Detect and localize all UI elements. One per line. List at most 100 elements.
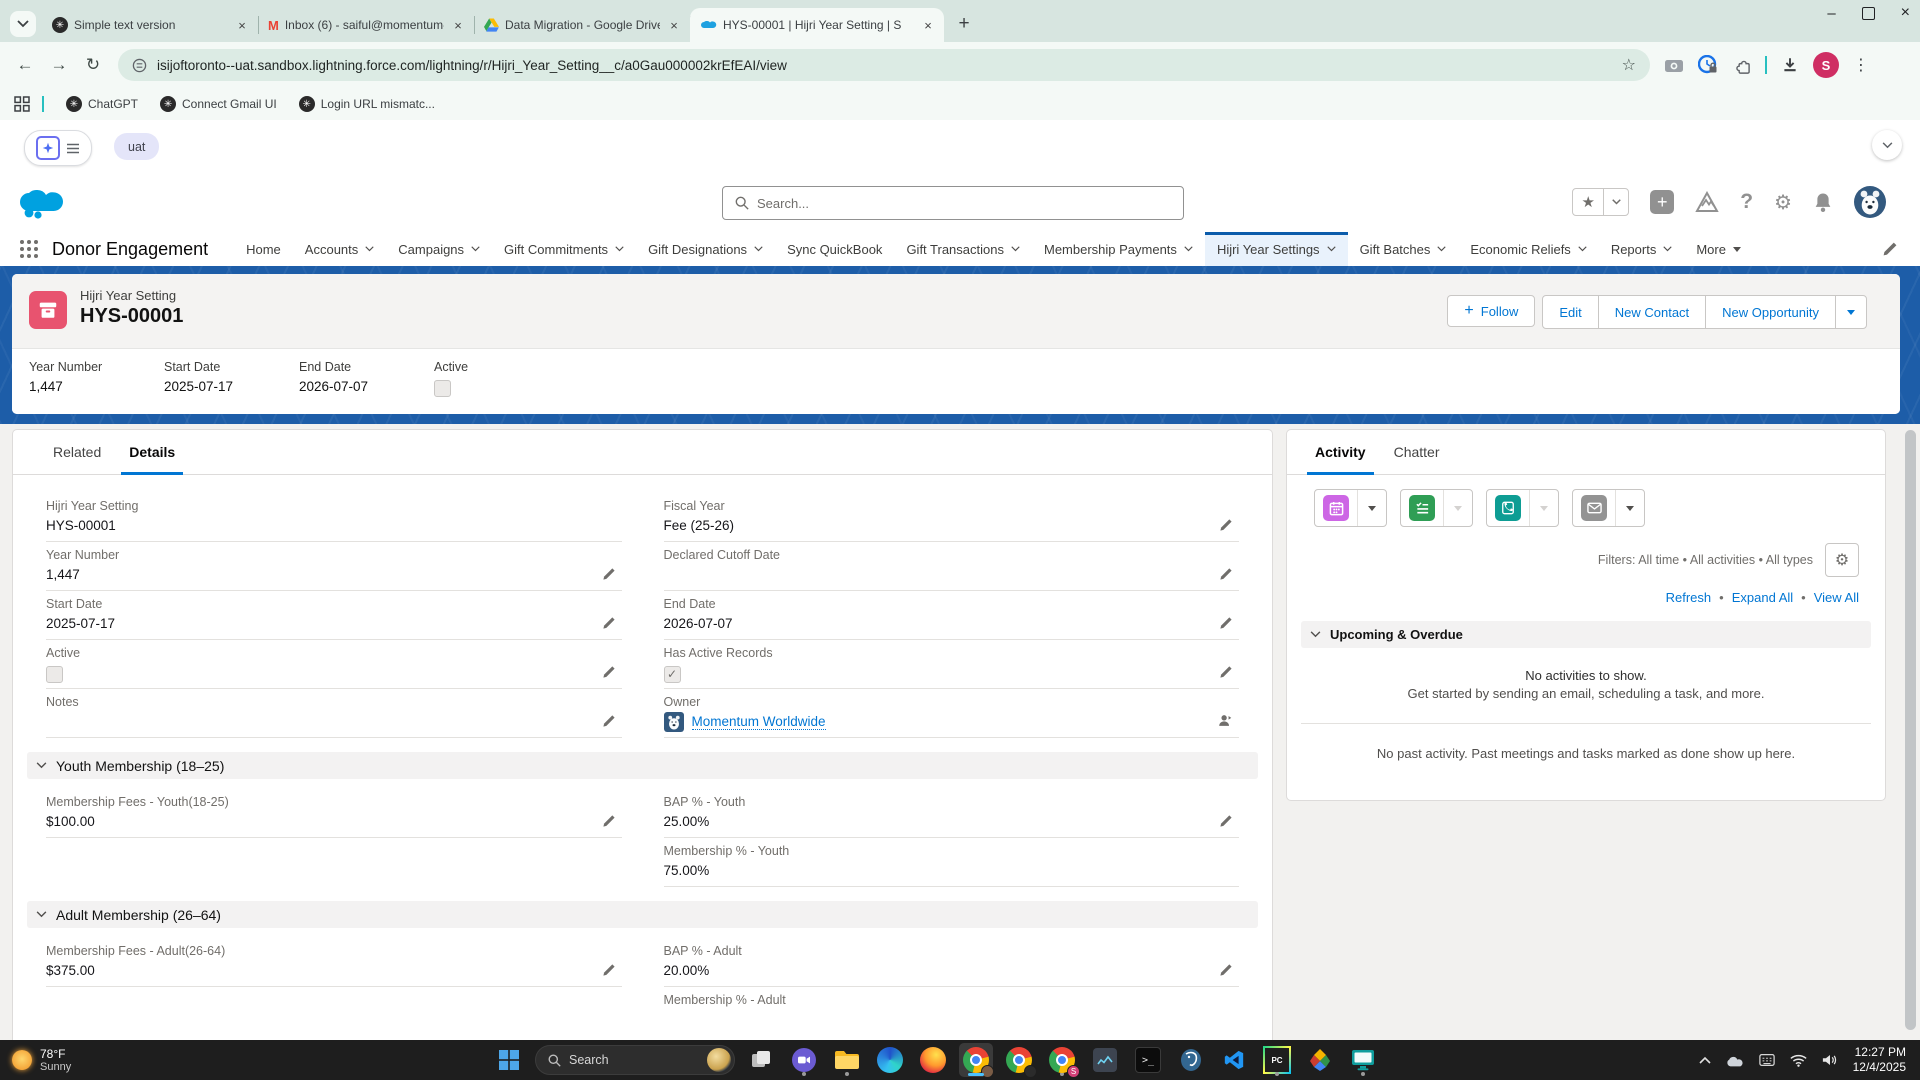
apps-grid-icon[interactable] xyxy=(14,96,30,112)
tray-expand-icon[interactable] xyxy=(1699,1056,1711,1064)
section-adult-membership[interactable]: Adult Membership (26–64) xyxy=(27,901,1258,928)
browser-tab-active[interactable]: HYS-00001 | Hijri Year Setting | S × xyxy=(690,8,944,42)
tab-economic-reliefs[interactable]: Economic Reliefs xyxy=(1458,232,1598,266)
edit-nav-pencil-icon[interactable] xyxy=(1882,241,1898,257)
bookmark-star-icon[interactable]: ☆ xyxy=(1622,55,1636,75)
edge-icon[interactable] xyxy=(873,1043,907,1077)
tab-hijri-year-settings[interactable]: Hijri Year Settings xyxy=(1205,232,1348,266)
trailhead-icon[interactable] xyxy=(1695,191,1719,213)
back-button[interactable]: ← xyxy=(8,55,42,75)
camera-extension-icon[interactable] xyxy=(1664,57,1684,73)
tab-close-icon[interactable]: × xyxy=(666,17,682,33)
close-button[interactable]: × xyxy=(1901,4,1910,22)
new-event-dropdown[interactable] xyxy=(1357,490,1386,526)
more-actions-dropdown[interactable] xyxy=(1836,296,1866,328)
favorites-dropdown[interactable] xyxy=(1604,189,1628,215)
tab-more[interactable]: More xyxy=(1684,232,1753,266)
tab-close-icon[interactable]: × xyxy=(450,17,466,33)
activity-filters-text[interactable]: Filters: All time • All activities • All… xyxy=(1598,553,1813,567)
edit-pencil-icon[interactable] xyxy=(602,814,616,828)
edit-pencil-icon[interactable] xyxy=(602,616,616,630)
wifi-icon[interactable] xyxy=(1790,1054,1807,1067)
upcoming-overdue-section[interactable]: Upcoming & Overdue xyxy=(1301,621,1871,648)
volume-icon[interactable] xyxy=(1822,1053,1838,1067)
edit-pencil-icon[interactable] xyxy=(1219,616,1233,630)
browser-tab-2[interactable]: M Inbox (6) - saiful@momentum-w × xyxy=(258,8,474,42)
taskbar-search[interactable]: Search xyxy=(535,1045,735,1075)
tab-membership-payments[interactable]: Membership Payments xyxy=(1032,232,1205,266)
change-owner-icon[interactable] xyxy=(1217,713,1233,728)
new-task-dropdown[interactable] xyxy=(1443,490,1472,526)
setup-gear-icon[interactable]: ⚙ xyxy=(1774,190,1792,215)
vscode-icon[interactable] xyxy=(1217,1043,1251,1077)
expand-all-link[interactable]: Expand All xyxy=(1732,590,1793,605)
chrome-profile-main-icon[interactable] xyxy=(959,1043,993,1077)
bookmark-connect-gmail[interactable]: ✳ Connect Gmail UI xyxy=(160,96,277,112)
tab-reports[interactable]: Reports xyxy=(1599,232,1685,266)
app-launcher-waffle-icon[interactable] xyxy=(18,238,40,260)
tab-close-icon[interactable]: × xyxy=(920,17,936,33)
favorite-star-icon[interactable]: ★ xyxy=(1573,189,1604,215)
tab-campaigns[interactable]: Campaigns xyxy=(386,232,492,266)
taskbar-clock[interactable]: 12:27 PM 12/4/2025 xyxy=(1853,1045,1906,1075)
edit-button[interactable]: Edit xyxy=(1543,296,1598,328)
new-opportunity-button[interactable]: New Opportunity xyxy=(1706,296,1836,328)
log-call-button[interactable] xyxy=(1486,489,1559,527)
diagram-tool-icon[interactable] xyxy=(1303,1043,1337,1077)
environment-chip[interactable]: uat xyxy=(114,133,159,160)
new-task-button[interactable] xyxy=(1400,489,1473,527)
email-dropdown[interactable] xyxy=(1615,490,1644,526)
page-dropdown-button[interactable] xyxy=(1872,130,1902,160)
terminal-icon[interactable]: >_ xyxy=(1131,1043,1165,1077)
tab-home[interactable]: Home xyxy=(234,232,293,266)
help-icon[interactable]: ? xyxy=(1740,190,1753,214)
edit-pencil-icon[interactable] xyxy=(602,665,616,679)
start-button[interactable] xyxy=(492,1043,526,1077)
edit-pencil-icon[interactable] xyxy=(602,714,616,728)
onedrive-cloud-icon[interactable] xyxy=(1726,1054,1744,1067)
global-search-input[interactable]: Search... xyxy=(722,186,1184,220)
new-tab-button[interactable]: + xyxy=(950,10,978,38)
chrome-profile-2-icon[interactable] xyxy=(1002,1043,1036,1077)
tab-gift-designations[interactable]: Gift Designations xyxy=(636,232,775,266)
quick-create-icon[interactable]: + xyxy=(1650,190,1674,214)
browser-tab-3[interactable]: Data Migration - Google Drive × xyxy=(474,8,690,42)
edit-pencil-icon[interactable] xyxy=(1219,567,1233,581)
task-view-icon[interactable] xyxy=(744,1043,778,1077)
address-bar[interactable]: isijoftoronto--uat.sandbox.lightning.for… xyxy=(118,49,1650,81)
tab-gift-commitments[interactable]: Gift Commitments xyxy=(492,232,636,266)
forward-button[interactable]: → xyxy=(42,55,76,75)
favorites-split-button[interactable]: ★ xyxy=(1572,188,1629,216)
tab-close-icon[interactable]: × xyxy=(234,17,250,33)
activity-filter-gear-icon[interactable]: ⚙ xyxy=(1825,543,1859,577)
section-youth-membership[interactable]: Youth Membership (18–25) xyxy=(27,752,1258,779)
tab-related[interactable]: Related xyxy=(39,430,115,474)
follow-button[interactable]: + Follow xyxy=(1447,295,1535,327)
edit-pencil-icon[interactable] xyxy=(602,567,616,581)
new-event-button[interactable] xyxy=(1314,489,1387,527)
notifications-bell-icon[interactable] xyxy=(1813,191,1833,213)
owner-link[interactable]: Momentum Worldwide xyxy=(692,714,826,730)
firefox-icon[interactable] xyxy=(916,1043,950,1077)
clipchamp-icon[interactable] xyxy=(787,1043,821,1077)
extensions-puzzle-icon[interactable] xyxy=(1732,56,1751,75)
reload-button[interactable]: ↻ xyxy=(76,55,110,75)
site-settings-icon[interactable] xyxy=(132,58,147,73)
clock-lock-extension-icon[interactable] xyxy=(1698,55,1718,75)
browser-tab-1[interactable]: ✳ Simple text version × xyxy=(42,8,258,42)
page-scrollbar[interactable] xyxy=(1905,430,1916,1030)
language-keyboard-icon[interactable] xyxy=(1759,1053,1775,1067)
edit-pencil-icon[interactable] xyxy=(1219,518,1233,532)
browser-profile-avatar[interactable]: S xyxy=(1813,52,1839,78)
bookmark-chatgpt[interactable]: ✳ ChatGPT xyxy=(66,96,138,112)
minimize-button[interactable]: – xyxy=(1827,5,1835,22)
tab-gift-batches[interactable]: Gift Batches xyxy=(1348,232,1459,266)
browser-menu-icon[interactable]: ⋮ xyxy=(1853,55,1869,75)
tab-sync-quickbook[interactable]: Sync QuickBook xyxy=(775,232,894,266)
log-call-dropdown[interactable] xyxy=(1529,490,1558,526)
edit-pencil-icon[interactable] xyxy=(1219,665,1233,679)
file-explorer-icon[interactable] xyxy=(830,1043,864,1077)
assistant-pill[interactable] xyxy=(24,130,92,166)
tab-chatter[interactable]: Chatter xyxy=(1380,430,1454,474)
tab-activity[interactable]: Activity xyxy=(1301,430,1380,474)
